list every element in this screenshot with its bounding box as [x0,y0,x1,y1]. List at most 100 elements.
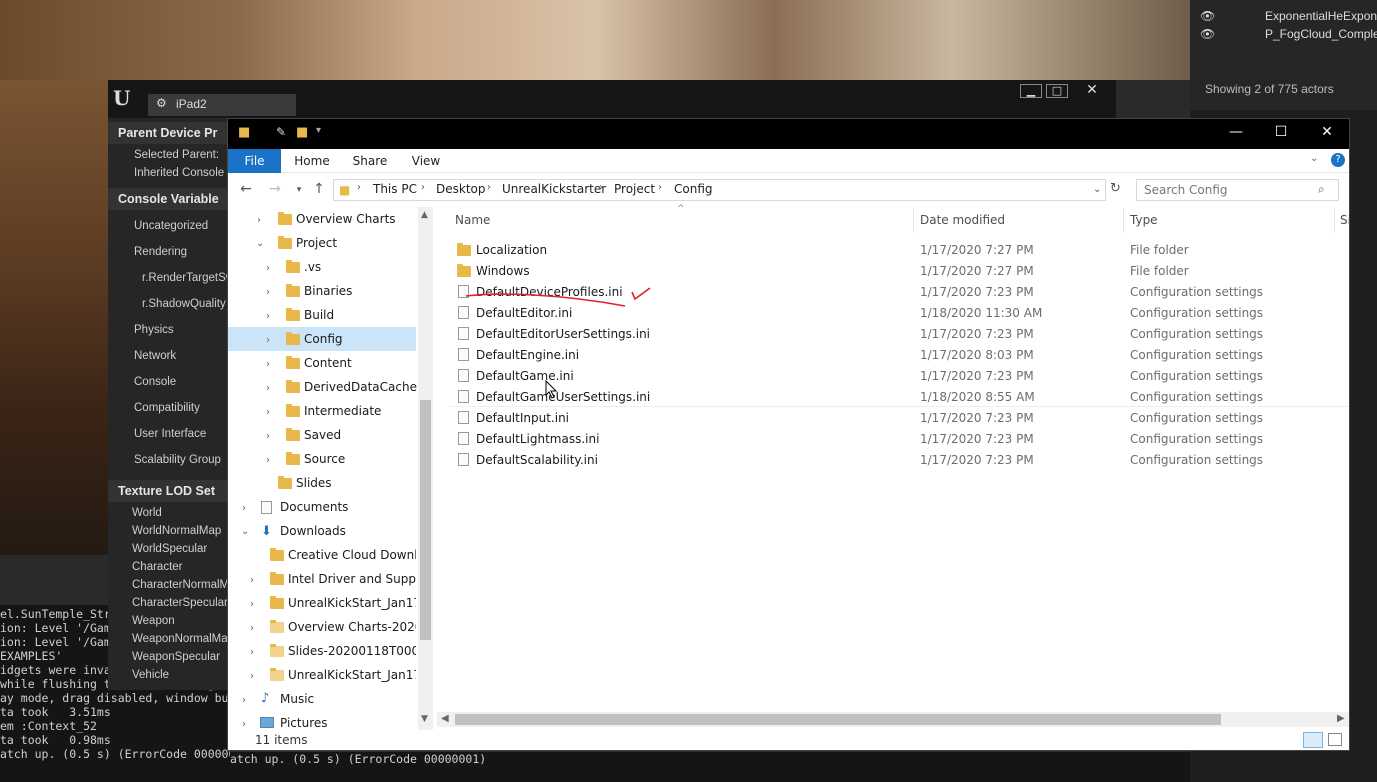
refresh-icon[interactable]: ↻ [1110,181,1121,196]
customize-toolbar-icon[interactable]: ▾ [316,125,321,136]
nav-scrollbar-thumb[interactable] [420,400,431,640]
minimize-button[interactable]: ▁ [1020,84,1042,98]
cvar-row[interactable]: r.ShadowQuality [108,298,228,316]
tab-share[interactable]: Share [348,149,392,173]
nav-item-slides-zip[interactable]: Slides-20200118T0004252 [288,639,416,663]
nav-item-deriveddatacache[interactable]: DerivedDataCache [304,375,417,399]
nav-item-music[interactable]: Music [280,687,314,711]
file-row[interactable]: Localization 1/17/2020 7:27 PM File fold… [449,239,1349,260]
nav-item-unrealkickstart[interactable]: UnrealKickStart_Jan17 [288,591,416,615]
expand-ribbon-icon[interactable]: ⌄ [1310,153,1318,164]
cvar-category[interactable]: Scalability Group [108,454,228,472]
cvar-row[interactable]: r.RenderTargetSw [108,272,228,290]
breadcrumb-this-pc[interactable]: This PC [373,182,417,196]
eye-icon[interactable]: 👁 [1200,9,1215,23]
new-folder-icon[interactable]: ■ [296,125,308,140]
eye-icon[interactable]: 👁 [1200,27,1215,41]
nav-item-source[interactable]: Source [304,447,345,471]
file-row[interactable]: DefaultScalability.ini 1/17/2020 7:23 PM… [449,449,1349,470]
search-input[interactable]: Search Config [1136,179,1339,201]
scroll-left-icon[interactable]: ◀ [441,713,449,724]
properties-icon[interactable]: ✎ [276,125,286,139]
cvar-category[interactable]: Rendering [108,246,228,264]
maximize-button[interactable]: □ [1046,84,1068,98]
tab-file[interactable]: File [228,149,281,173]
nav-item-creative-cloud[interactable]: Creative Cloud Downloa [288,543,416,567]
outliner-row[interactable]: P_FogCloud_Comple [1265,27,1377,41]
nav-item-documents[interactable]: Documents [280,495,348,519]
cvar-category[interactable]: Physics [108,324,228,342]
file-row[interactable]: DefaultLightmass.ini 1/17/2020 7:23 PM C… [449,428,1349,449]
cvar-category[interactable]: Network [108,350,228,368]
address-dropdown-icon[interactable]: ⌄ [1093,184,1101,195]
breadcrumb-desktop[interactable]: Desktop [436,182,486,196]
nav-item-slides[interactable]: Slides [296,471,332,495]
scroll-down-icon[interactable]: ▼ [421,714,428,724]
nav-item-intermediate[interactable]: Intermediate [304,399,381,423]
nav-item-project[interactable]: Project [296,231,337,255]
texture-group[interactable]: WeaponNormalMap [108,633,228,651]
section-console-variables[interactable]: Console Variable [108,188,228,210]
explorer-maximize-button[interactable]: ☐ [1266,124,1296,140]
breadcrumb-config[interactable]: Config [674,182,713,196]
tab-view[interactable]: View [406,149,446,173]
texture-group[interactable]: Vehicle [108,669,228,687]
nav-item-overview-charts-zip[interactable]: Overview Charts-2020011 [288,615,416,639]
file-row[interactable]: DefaultGame.ini 1/17/2020 7:23 PM Config… [449,365,1349,386]
breadcrumb-project[interactable]: Project [614,182,655,196]
cvar-category[interactable]: User Interface [108,428,228,446]
texture-group[interactable]: CharacterSpecular [108,597,228,615]
property-row[interactable]: Selected Parent: [108,149,228,167]
explorer-minimize-button[interactable]: — [1221,124,1251,140]
search-icon[interactable]: ⌕ [1318,182,1325,197]
nav-item-config[interactable]: Config [304,327,343,351]
file-row[interactable]: DefaultInput.ini 1/17/2020 7:23 PM Confi… [449,407,1349,428]
texture-group[interactable]: Weapon [108,615,228,633]
section-parent-device[interactable]: Parent Device Pr [108,122,228,144]
nav-item-unrealkickstart-zip[interactable]: UnrealKickStart_Jan17.zip [288,663,416,687]
texture-group[interactable]: Character [108,561,228,579]
column-type[interactable]: Type [1130,213,1158,227]
help-icon[interactable]: ? [1331,153,1345,167]
cvar-category[interactable]: Console [108,376,228,394]
scroll-right-icon[interactable]: ▶ [1337,713,1345,724]
nav-item-vs[interactable]: .vs [304,255,321,279]
texture-group[interactable]: WeaponSpecular [108,651,228,669]
column-date-modified[interactable]: Date modified [920,213,1005,227]
close-button[interactable]: ✕ [1072,83,1112,98]
cvar-category[interactable]: Compatibility [108,402,228,420]
nav-item-binaries[interactable]: Binaries [304,279,352,303]
nav-item-build[interactable]: Build [304,303,334,327]
nav-item-downloads[interactable]: Downloads [280,519,346,543]
texture-group[interactable]: CharacterNormalM [108,579,228,597]
details-view-icon[interactable] [1303,732,1323,748]
nav-item-saved[interactable]: Saved [304,423,341,447]
file-row[interactable]: DefaultGameUserSettings.ini 1/18/2020 8:… [449,386,1349,407]
up-button[interactable]: ↑ [311,181,327,197]
file-row[interactable]: Windows 1/17/2020 7:27 PM File folder [449,260,1349,281]
level-viewport-left[interactable] [0,80,108,555]
file-row[interactable]: DefaultEngine.ini 1/17/2020 8:03 PM Conf… [449,344,1349,365]
horizontal-scrollbar-thumb[interactable] [455,714,1221,725]
large-icons-view-icon[interactable] [1328,733,1342,746]
section-texture-lod[interactable]: Texture LOD Set [108,480,228,502]
level-viewport[interactable] [0,0,1190,80]
column-name[interactable]: Name [455,213,490,227]
forward-button[interactable]: → [267,181,283,197]
property-row[interactable]: Inherited Console V [108,167,228,185]
column-size[interactable]: Si [1340,213,1351,227]
texture-group[interactable]: WorldNormalMap [108,525,228,543]
nav-item-overview-charts[interactable]: Overview Charts [296,207,396,231]
explorer-close-button[interactable]: ✕ [1312,124,1342,140]
breadcrumb-unrealkickstarter[interactable]: UnrealKickstarter [502,182,606,196]
back-button[interactable]: ← [238,181,254,197]
file-row[interactable]: DefaultEditorUserSettings.ini 1/17/2020 … [449,323,1349,344]
scroll-up-icon[interactable]: ▲ [421,210,428,220]
nav-item-content[interactable]: Content [304,351,352,375]
outliner-row[interactable]: ExponentialHeExpone [1265,9,1377,23]
cvar-category[interactable]: Uncategorized [108,220,228,238]
tab-home[interactable]: Home [290,149,334,173]
device-profile-tab[interactable]: ⚙ iPad2 [148,94,296,116]
nav-item-intel-driver[interactable]: Intel Driver and Support . [288,567,416,591]
texture-group[interactable]: World [108,507,228,525]
